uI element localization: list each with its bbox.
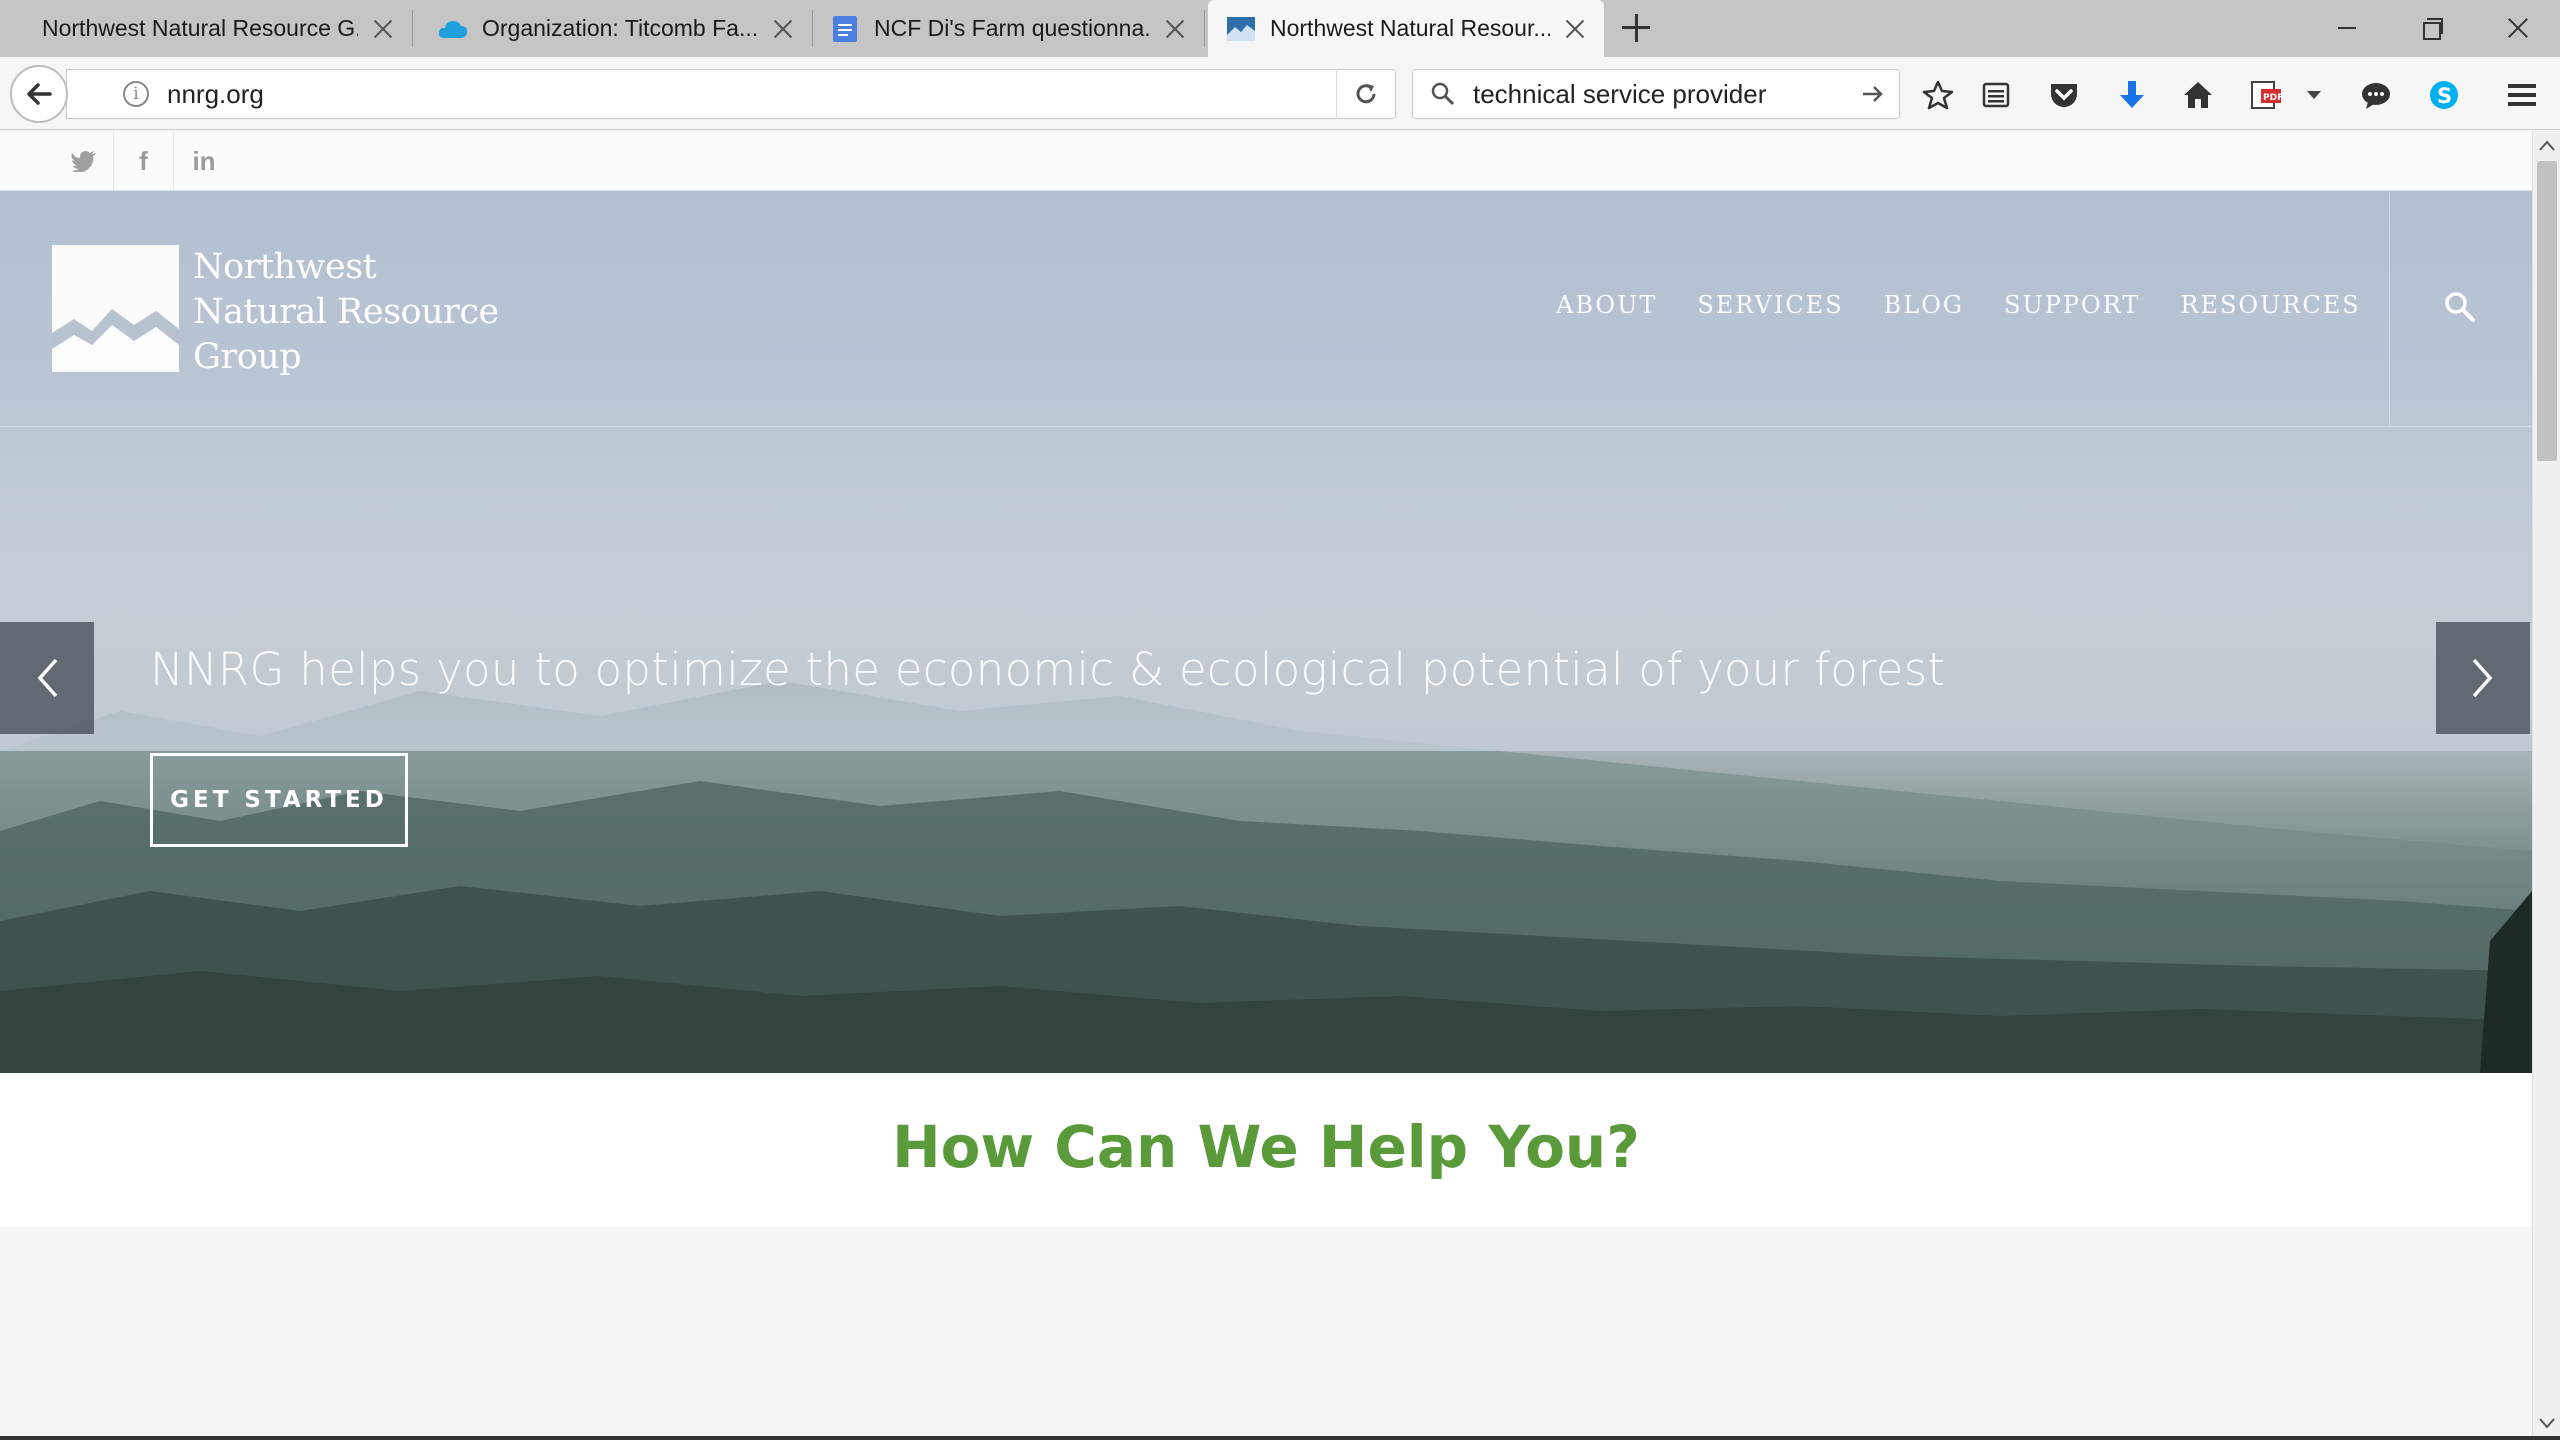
pocket-icon[interactable] — [2046, 77, 2082, 113]
facebook-icon[interactable]: f — [114, 131, 174, 191]
close-tab-icon[interactable] — [1160, 14, 1190, 44]
tab-title: Organization: Titcomb Fa... — [482, 15, 758, 41]
skype-icon[interactable]: S — [2426, 77, 2462, 113]
services-section — [0, 1227, 2532, 1440]
search-icon — [1427, 78, 1459, 110]
next-slide-button[interactable] — [2436, 622, 2530, 734]
chevron-right-icon — [2472, 658, 2493, 698]
hero-tagline: NNRG helps you to optimize the economic … — [150, 643, 1946, 696]
tab-nnrg-1[interactable]: Northwest Natural Resource G... — [24, 0, 413, 57]
linkedin-glyph: in — [192, 145, 216, 176]
nav-toolbar: i nnrg.org technical service provider PD… — [0, 57, 2560, 130]
arrow-right-icon — [1863, 86, 1883, 102]
reading-list-icon[interactable] — [1978, 77, 2014, 113]
help-heading: How Can We Help You? — [892, 1113, 1640, 1181]
close-window-button[interactable] — [2498, 8, 2538, 48]
tab-strip: Northwest Natural Resource G... Organiza… — [0, 0, 2560, 57]
search-input[interactable]: technical service provider — [1473, 79, 1853, 110]
hero-slider: Northwest Natural Resource Group ABOUT S… — [0, 191, 2532, 1073]
close-tab-icon[interactable] — [368, 14, 398, 44]
tab-salesforce[interactable]: Organization: Titcomb Fa... — [420, 0, 813, 57]
restore-button[interactable] — [2412, 8, 2452, 48]
nav-about[interactable]: ABOUT — [1556, 291, 1657, 319]
nav-resources[interactable]: RESOURCES — [2180, 291, 2360, 319]
new-tab-button[interactable] — [1618, 10, 1654, 46]
bookmark-star-icon[interactable] — [1920, 77, 1956, 113]
home-icon[interactable] — [2180, 77, 2216, 113]
download-icon[interactable] — [2114, 77, 2150, 113]
logo-text: Northwest Natural Resource Group — [193, 245, 499, 380]
tab-nnrg-active[interactable]: Northwest Natural Resour... — [1208, 0, 1604, 57]
close-tab-icon[interactable] — [1560, 14, 1590, 44]
site-logo[interactable]: Northwest Natural Resource Group — [52, 245, 499, 380]
close-tab-icon[interactable] — [768, 14, 798, 44]
header-divider — [0, 426, 2532, 427]
back-button[interactable] — [10, 65, 68, 123]
site-search-icon[interactable] — [2442, 289, 2478, 325]
pdf-icon[interactable]: PDF — [2248, 77, 2284, 113]
nnrg-icon — [1226, 15, 1256, 43]
search-bar[interactable]: technical service provider — [1412, 69, 1900, 119]
google-docs-icon — [830, 15, 860, 43]
url-text[interactable]: nnrg.org — [167, 79, 264, 110]
linkedin-icon[interactable]: in — [174, 131, 234, 191]
window-bottom-edge — [0, 1436, 2560, 1440]
menu-icon[interactable] — [2504, 77, 2540, 113]
tab-google-doc[interactable]: NCF Di's Farm questionna... — [812, 0, 1205, 57]
tab-title: Northwest Natural Resource G... — [42, 15, 358, 41]
back-arrow-icon — [27, 83, 52, 105]
search-go-button[interactable] — [1853, 74, 1893, 114]
page-scrollbar[interactable] — [2532, 131, 2560, 1440]
logo-line: Northwest — [193, 247, 377, 287]
social-bar: f in — [0, 131, 2532, 191]
nav-blog[interactable]: BLOG — [1884, 291, 1964, 319]
scroll-up-icon[interactable] — [2539, 139, 2555, 155]
tab-title: NCF Di's Farm questionna... — [874, 15, 1150, 41]
facebook-glyph: f — [139, 145, 148, 176]
info-icon[interactable]: i — [123, 81, 149, 107]
nav-services[interactable]: SERVICES — [1697, 291, 1843, 319]
logo-line: Natural Resource — [193, 292, 499, 332]
mountain-logo-icon — [52, 245, 179, 372]
svg-text:S: S — [2437, 84, 2452, 108]
twitter-icon[interactable] — [54, 131, 114, 191]
minimize-button[interactable] — [2328, 8, 2368, 48]
get-started-button[interactable]: GET STARTED — [150, 753, 408, 847]
svg-text:PDF: PDF — [2263, 93, 2283, 103]
salesforce-cloud-icon — [438, 15, 468, 43]
scroll-thumb[interactable] — [2537, 161, 2557, 461]
nav-support[interactable]: SUPPORT — [2004, 291, 2140, 319]
reload-button[interactable] — [1336, 69, 1394, 119]
reload-icon — [1356, 84, 1375, 104]
chevron-down-icon[interactable] — [2300, 77, 2328, 113]
web-page: f in Northwest Natural Resource Group AB… — [0, 131, 2532, 1440]
help-section: How Can We Help You? — [0, 1073, 2532, 1227]
tab-title: Northwest Natural Resour... — [1270, 15, 1550, 41]
url-bar[interactable]: i nnrg.org — [66, 69, 1396, 119]
main-nav: ABOUT SERVICES BLOG SUPPORT RESOURCES — [1556, 291, 2401, 319]
previous-slide-button[interactable] — [0, 622, 94, 734]
logo-line: Group — [193, 337, 302, 377]
scroll-down-icon[interactable] — [2539, 1416, 2555, 1432]
chevron-left-icon — [37, 658, 58, 698]
chat-icon[interactable] — [2358, 77, 2394, 113]
